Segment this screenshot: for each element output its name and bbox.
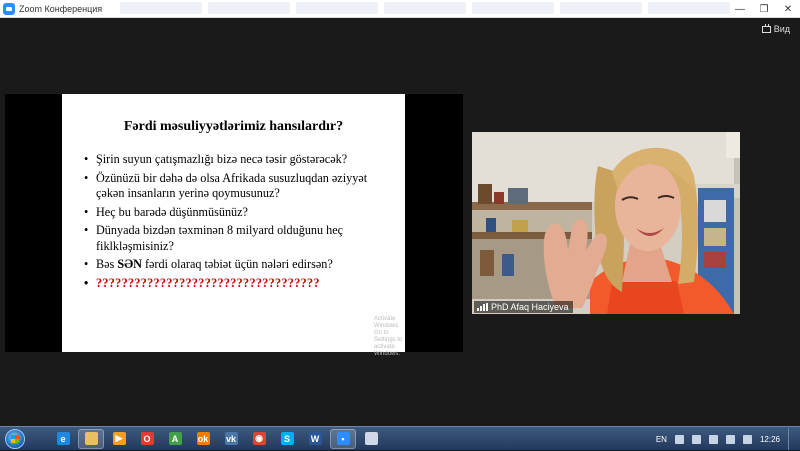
view-button[interactable]: Вид [761,23,790,34]
signal-strength-icon [477,303,488,311]
tray-app-icon[interactable] [725,434,735,444]
taskbar-app-button[interactable]: ok [190,429,216,449]
language-indicator[interactable]: EN [656,435,667,444]
watermark-line: Activate Windows [374,316,399,329]
restore-button[interactable]: ❐ [752,0,776,18]
taskbar-app-button[interactable]: vk [218,429,244,449]
start-button[interactable] [0,427,30,451]
window-title: Zoom Конференция [19,3,103,14]
title-bar: Zoom Конференция — ❐ ✕ [0,0,800,18]
odnoklassniki-icon: ok [196,432,210,445]
bullet-item: Heç bu barədə düşünmüsünüz? [84,205,390,221]
watermark-line: Go to Settings to activate Windows. [374,330,403,357]
network-icon[interactable] [691,434,701,444]
chrome-icon: ◉ [252,432,266,445]
windows-logo-icon [5,428,25,449]
bullet-item-question-marks: ??????????????????????????????????? [84,276,390,292]
close-button[interactable]: ✕ [776,0,800,18]
clock[interactable]: 12:26 [760,435,780,444]
bullet-text: Bəs [96,257,118,271]
view-grid-icon [761,23,771,33]
zoom-icon: ▪ [336,432,350,445]
taskbar-app-button[interactable] [78,428,104,449]
system-tray: EN 12:26 [656,427,800,451]
taskbar-app-button[interactable]: ◉ [246,429,272,449]
video-frame [472,132,740,314]
internet-explorer-icon: e [56,432,70,445]
windows-taskbar: e ▶ O Aok vk ◉ S W ▪ EN 12:26 [0,426,800,450]
taskbar-app-button[interactable]: e [50,429,76,449]
view-button-label: Вид [773,24,790,34]
bullet-item: Bəs SƏN fərdi olaraq təbiət üçün nələri … [84,257,390,273]
activate-windows-watermark: Activate Windows Go to Settings to activ… [374,316,405,358]
taskbar-app-button[interactable]: W [302,429,328,449]
presentation-slide: Fərdi məsuliyyətlərimiz hansılardır? Şir… [62,94,405,357]
taskbar-app-button[interactable]: O [134,429,160,449]
taskbar-app-button[interactable]: ▪ [330,428,356,449]
taskbar-app-button[interactable] [358,429,384,449]
skype-icon: S [280,432,294,445]
minimize-button[interactable]: — [728,0,752,18]
word-icon: W [308,432,322,445]
volume-icon[interactable] [708,434,718,444]
participant-video[interactable]: PhD Afaq Haciyeva [472,132,740,314]
slide-bullet-list: Şirin suyun çatışmazlığı bizə necə təsir… [84,152,390,294]
bullet-item: Şirin suyun çatışmazlığı bizə necə təsir… [84,152,390,168]
background-tabs [120,2,730,16]
zoom-app-icon [3,2,15,15]
file-explorer-icon [84,432,98,445]
slide-title: Fərdi məsuliyyətlərimiz hansılardır? [123,119,344,134]
taskbar-app-button[interactable]: ▶ [106,429,132,449]
bullet-text: fərdi olaraq təbiət üçün nələri edirsən? [141,257,333,271]
show-desktop-button[interactable] [788,428,794,450]
bullet-bold-text: SƏN [117,257,142,271]
taskbar-apps: e ▶ O Aok vk ◉ S W ▪ [50,428,384,449]
media-player-icon: ▶ [112,432,126,445]
taskbar-app-button[interactable]: S [274,429,300,449]
vk-icon: vk [224,432,238,445]
tray-flag-icon[interactable] [674,434,684,444]
bullet-item: Dünyada bizdən təxminən 8 milyard olduğu… [84,223,390,254]
opera-icon: O [140,432,154,445]
android-icon: A [168,432,182,445]
participant-name-label: PhD Afaq Haciyeva [474,301,573,313]
participant-name: PhD Afaq Haciyeva [491,302,569,312]
bullet-item: Özünüzü bir dəhə də olsa Afrikada susuzl… [84,171,390,202]
taskbar-app-button[interactable]: A [162,429,188,449]
window-thumb-icon [364,432,378,445]
tray-app-icon[interactable] [742,434,752,444]
